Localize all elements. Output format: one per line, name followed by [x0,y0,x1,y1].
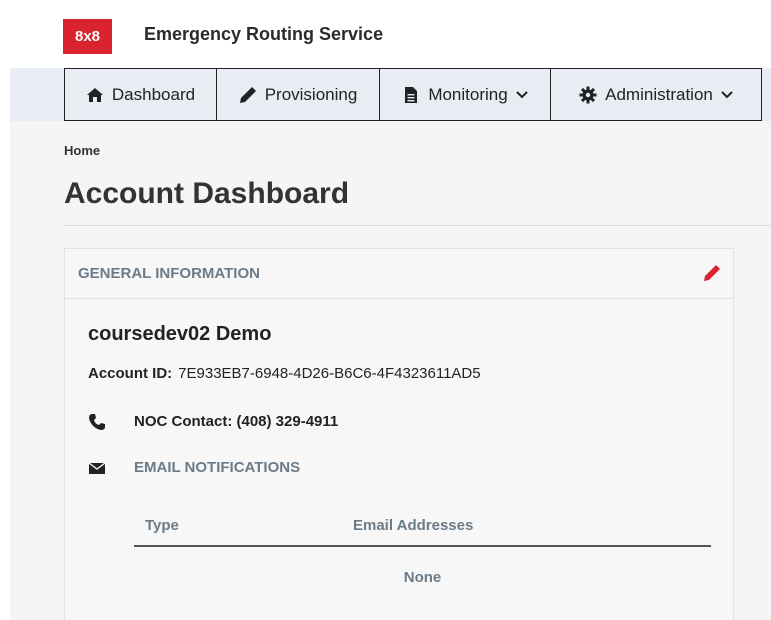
nav-provisioning[interactable]: Provisioning [216,68,380,121]
column-header-type: Type [145,517,179,534]
document-icon [405,86,418,103]
edit-icon[interactable] [703,264,721,282]
noc-contact: NOC Contact: (408) 329-4911 [134,413,339,430]
top-header: 8x8 Emergency Routing Service [0,0,771,68]
envelope-icon [88,462,106,474]
main-navbar: Dashboard Provisioning Monitoring Admini… [10,68,771,121]
pencil-icon [239,86,256,103]
account-name: coursedev02 Demo [88,323,272,345]
nav-provisioning-label: Provisioning [264,84,358,104]
nav-menu: Dashboard Provisioning Monitoring Admini… [64,68,762,121]
phone-icon [89,414,105,430]
main-content: Home Account Dashboard GENERAL INFORMATI… [10,121,771,620]
column-header-email-addresses: Email Addresses [353,517,474,534]
app-title: Emergency Routing Service [144,24,384,44]
chevron-down-icon [515,90,528,98]
general-information-card: GENERAL INFORMATION coursedev02 Demo Acc… [64,248,734,620]
nav-dashboard[interactable]: Dashboard [64,68,217,121]
account-id-row: Account ID: 7E933EB7-6948-4D26-B6C6-4F432… [88,365,481,382]
nav-monitoring[interactable]: Monitoring [379,68,551,121]
title-divider [64,225,771,226]
card-title: GENERAL INFORMATION [78,265,260,282]
chevron-down-icon [721,90,733,98]
brand-logo[interactable]: 8x8 [63,19,112,54]
nav-dashboard-label: Dashboard [111,84,196,104]
page-title: Account Dashboard [64,177,350,210]
email-table-header: Type Email Addresses [134,511,711,547]
home-icon [86,87,103,102]
account-id-label: Account ID: [88,365,173,382]
gear-icon [579,86,597,103]
table-empty-row: None [403,569,442,586]
breadcrumb[interactable]: Home [64,143,100,158]
nav-monitoring-label: Monitoring [428,84,508,104]
email-notifications-title: EMAIL NOTIFICATIONS [134,459,301,476]
card-header: GENERAL INFORMATION [65,249,733,299]
account-id-value: 7E933EB7-6948-4D26-B6C6-4F4323611AD5 [178,365,481,382]
nav-administration-label: Administration [605,84,713,104]
nav-administration[interactable]: Administration [550,68,762,121]
